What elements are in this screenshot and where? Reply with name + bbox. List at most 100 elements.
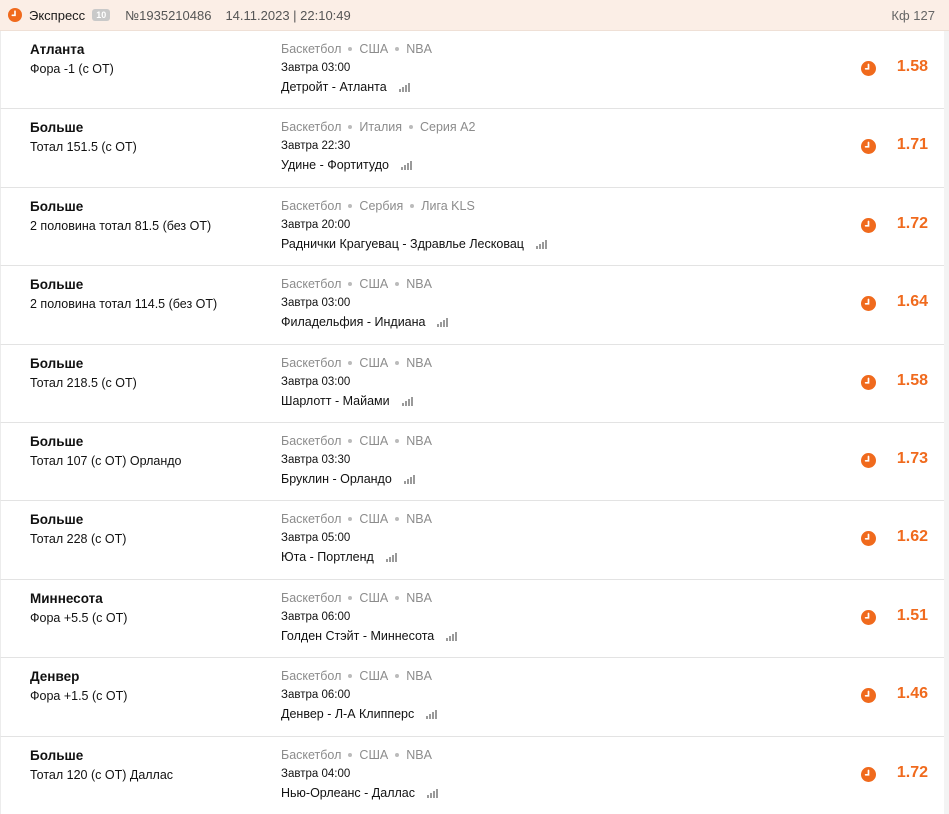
country-label[interactable]: США (359, 748, 388, 762)
selection-odds: 1.64 (896, 293, 928, 311)
country-label[interactable]: США (359, 512, 388, 526)
event-breadcrumb[interactable]: Баскетбол Италия Серия А2 (281, 120, 475, 134)
sport-label[interactable]: Баскетбол (281, 591, 341, 605)
event-match[interactable]: Удине - Фортитудо (281, 158, 413, 172)
league-label[interactable]: NBA (406, 512, 432, 526)
country-label[interactable]: Сербия (359, 199, 403, 213)
event-match[interactable]: Филадельфия - Индиана (281, 315, 449, 329)
scrollbar[interactable] (944, 31, 949, 814)
pending-clock-icon (861, 61, 876, 76)
event-breadcrumb[interactable]: Баскетбол США NBA (281, 434, 432, 448)
event-breadcrumb[interactable]: Баскетбол США NBA (281, 748, 432, 762)
selection-row[interactable]: Денвер Фора +1.5 (с ОТ) Баскетбол США NB… (0, 658, 944, 737)
statistics-icon[interactable] (398, 82, 411, 92)
selection-odds: 1.58 (896, 371, 928, 389)
match-name[interactable]: Раднички Крагуевац - Здравлье Лесковац (281, 237, 524, 251)
event-match[interactable]: Юта - Портленд (281, 550, 398, 564)
match-name[interactable]: Детройт - Атланта (281, 80, 387, 94)
match-name[interactable]: Юта - Портленд (281, 550, 374, 564)
selection-row[interactable]: Больше 2 половина тотал 81.5 (без ОТ) Ба… (0, 187, 944, 267)
league-label[interactable]: NBA (406, 277, 432, 291)
match-name[interactable]: Голден Стэйт - Миннесота (281, 629, 434, 643)
selection-count-badge: 10 (92, 9, 111, 21)
selection-row[interactable]: Больше Тотал 151.5 (с ОТ) Баскетбол Итал… (0, 109, 944, 188)
match-name[interactable]: Денвер - Л-А Клипперс (281, 707, 414, 721)
event-match[interactable]: Раднички Крагуевац - Здравлье Лесковац (281, 237, 548, 251)
league-label[interactable]: Серия А2 (420, 120, 475, 134)
selection-odds: 1.46 (896, 685, 928, 703)
selection-market: Фора +1.5 (с ОТ) (30, 689, 128, 704)
country-label[interactable]: Италия (359, 120, 402, 134)
statistics-icon[interactable] (385, 552, 398, 563)
sport-label[interactable]: Баскетбол (281, 120, 341, 134)
sport-label[interactable]: Баскетбол (281, 748, 341, 762)
league-label[interactable]: NBA (406, 356, 432, 370)
separator-dot (348, 674, 353, 679)
bet-header[interactable]: Экспресс 10 №1935210486 14.11.2023 | 22:… (0, 0, 949, 31)
event-time: Завтра 05:00 (281, 532, 351, 545)
event-match[interactable]: Шарлотт - Майами (281, 394, 414, 408)
country-label[interactable]: США (359, 277, 388, 291)
league-label[interactable]: Лига KLS (421, 199, 475, 213)
selection-row[interactable]: Больше Тотал 218.5 (с ОТ) Баскетбол США … (0, 344, 944, 423)
country-label[interactable]: США (359, 591, 388, 605)
match-name[interactable]: Филадельфия - Индиана (281, 315, 425, 329)
event-match[interactable]: Голден Стэйт - Миннесота (281, 629, 458, 643)
event-time: Завтра 04:00 (281, 767, 351, 780)
separator-dot (410, 203, 415, 208)
event-match[interactable]: Денвер - Л-А Клипперс (281, 707, 438, 721)
match-name[interactable]: Удине - Фортитудо (281, 158, 389, 172)
sport-label[interactable]: Баскетбол (281, 199, 341, 213)
selection-row[interactable]: Атланта Фора -1 (с ОТ) Баскетбол США NBA… (0, 31, 944, 110)
pending-clock-icon (861, 217, 876, 233)
separator-dot (348, 595, 353, 600)
sport-label[interactable]: Баскетбол (281, 356, 341, 370)
statistics-icon[interactable] (401, 160, 413, 171)
country-label[interactable]: США (359, 434, 388, 448)
separator-dot (395, 517, 400, 522)
match-name[interactable]: Нью-Орлеанс - Даллас (281, 786, 415, 800)
statistics-icon[interactable] (535, 239, 548, 249)
statistics-icon[interactable] (401, 396, 414, 406)
country-label[interactable]: США (359, 669, 388, 683)
country-label[interactable]: США (359, 356, 388, 370)
event-match[interactable]: Бруклин - Орландо (281, 472, 416, 486)
statistics-icon[interactable] (437, 317, 449, 328)
league-label[interactable]: NBA (406, 42, 432, 56)
selection-odds: 1.71 (896, 136, 928, 154)
separator-dot (348, 47, 353, 51)
selection-row[interactable]: Больше Тотал 228 (с ОТ) Баскетбол США NB… (0, 501, 944, 580)
league-label[interactable]: NBA (406, 669, 432, 683)
match-name[interactable]: Шарлотт - Майами (281, 394, 390, 408)
selection-odds: 1.51 (896, 606, 928, 624)
league-label[interactable]: NBA (406, 748, 432, 762)
event-breadcrumb[interactable]: Баскетбол США NBA (281, 356, 432, 370)
sport-label[interactable]: Баскетбол (281, 277, 341, 291)
event-breadcrumb[interactable]: Баскетбол США NBA (281, 591, 432, 605)
event-breadcrumb[interactable]: Баскетбол США NBA (281, 42, 432, 56)
statistics-icon[interactable] (426, 709, 438, 720)
statistics-icon[interactable] (427, 788, 439, 798)
event-match[interactable]: Детройт - Атланта (281, 80, 411, 94)
country-label[interactable]: США (359, 42, 388, 56)
event-breadcrumb[interactable]: Баскетбол США NBA (281, 512, 432, 526)
statistics-icon[interactable] (403, 474, 416, 484)
sport-label[interactable]: Баскетбол (281, 42, 341, 56)
event-breadcrumb[interactable]: Баскетбол США NBA (281, 277, 432, 291)
event-match[interactable]: Нью-Орлеанс - Даллас (281, 786, 439, 800)
sport-label[interactable]: Баскетбол (281, 669, 341, 683)
selection-row[interactable]: Больше Тотал 120 (с ОТ) Даллас Баскетбол… (0, 736, 944, 814)
match-name[interactable]: Бруклин - Орландо (281, 472, 392, 486)
sport-label[interactable]: Баскетбол (281, 512, 341, 526)
selection-row[interactable]: Больше 2 половина тотал 114.5 (без ОТ) Б… (0, 266, 944, 345)
statistics-icon[interactable] (446, 631, 458, 641)
selection-row[interactable]: Миннесота Фора +5.5 (с ОТ) Баскетбол США… (0, 579, 944, 659)
event-breadcrumb[interactable]: Баскетбол Сербия Лига KLS (281, 199, 475, 213)
selection-row[interactable]: Больше Тотал 107 (с ОТ) Орландо Баскетбо… (0, 422, 944, 502)
event-breadcrumb[interactable]: Баскетбол США NBA (281, 669, 432, 683)
selection-odds: 1.72 (896, 214, 928, 232)
sport-label[interactable]: Баскетбол (281, 434, 341, 448)
selection-market: 2 половина тотал 114.5 (без ОТ) (30, 297, 218, 312)
league-label[interactable]: NBA (406, 591, 432, 605)
league-label[interactable]: NBA (406, 434, 432, 448)
